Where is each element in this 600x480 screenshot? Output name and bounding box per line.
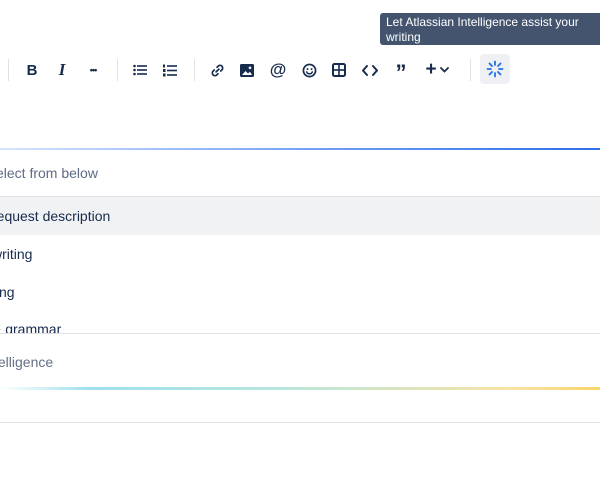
image-icon bbox=[240, 63, 254, 77]
at-sign-icon: @ bbox=[269, 60, 287, 79]
ai-sparkle-icon bbox=[486, 60, 504, 78]
image-button[interactable] bbox=[233, 57, 261, 83]
ai-input-placeholder: telligence bbox=[0, 354, 54, 370]
atlassian-intelligence-button[interactable] bbox=[480, 54, 510, 84]
list-item[interactable]: & grammar bbox=[0, 310, 600, 334]
code-button[interactable] bbox=[356, 57, 384, 83]
numbered-list-button[interactable] bbox=[156, 57, 184, 83]
list-item[interactable]: ting bbox=[0, 273, 600, 311]
list-item-label: ting bbox=[0, 284, 15, 300]
prompt-search-field[interactable]: elect from below bbox=[0, 150, 600, 197]
more-formatting-button[interactable]: ••• bbox=[79, 57, 107, 83]
code-icon bbox=[362, 64, 378, 76]
toolbar-divider bbox=[117, 59, 118, 81]
quote-icon: ” bbox=[395, 60, 407, 85]
chevron-down-icon bbox=[439, 67, 449, 73]
link-icon bbox=[210, 63, 224, 77]
bold-button[interactable]: B bbox=[18, 57, 46, 83]
insert-more-button[interactable]: + bbox=[420, 57, 454, 83]
more-icon: ••• bbox=[89, 65, 98, 75]
list-item-label: writing bbox=[0, 246, 33, 262]
link-button[interactable] bbox=[203, 57, 231, 83]
bold-icon: B bbox=[26, 61, 38, 79]
prompt-options-list: request description writing ting & gramm… bbox=[0, 197, 600, 334]
search-placeholder: elect from below bbox=[0, 165, 98, 181]
emoji-icon bbox=[302, 63, 316, 77]
italic-button[interactable]: I bbox=[48, 57, 76, 83]
bullet-list-icon bbox=[133, 64, 147, 76]
mention-button[interactable]: @ bbox=[264, 57, 292, 83]
list-item-label: & grammar bbox=[0, 321, 62, 334]
bullet-list-button[interactable] bbox=[126, 57, 154, 83]
ai-input-gradient-border bbox=[0, 387, 600, 390]
plus-icon: + bbox=[425, 59, 437, 80]
list-item[interactable]: request description bbox=[0, 197, 600, 235]
emoji-button[interactable] bbox=[295, 57, 323, 83]
editor-toolbar: B I ••• @ ” + bbox=[0, 48, 600, 92]
toolbar-divider bbox=[470, 59, 471, 81]
ai-prompt-panel: elect from below request description wri… bbox=[0, 150, 600, 423]
quote-button[interactable]: ” bbox=[387, 57, 415, 85]
table-button[interactable] bbox=[325, 57, 353, 83]
list-item-label: request description bbox=[0, 208, 111, 224]
table-icon bbox=[332, 63, 346, 77]
toolbar-divider bbox=[8, 59, 9, 81]
list-item[interactable]: writing bbox=[0, 235, 600, 273]
numbered-list-icon bbox=[163, 64, 177, 76]
italic-icon: I bbox=[58, 60, 66, 79]
ai-prompt-input[interactable]: telligence bbox=[0, 334, 600, 386]
toolbar-divider bbox=[194, 59, 195, 81]
ai-tooltip: Let Atlassian Intelligence assist your w… bbox=[380, 13, 600, 45]
